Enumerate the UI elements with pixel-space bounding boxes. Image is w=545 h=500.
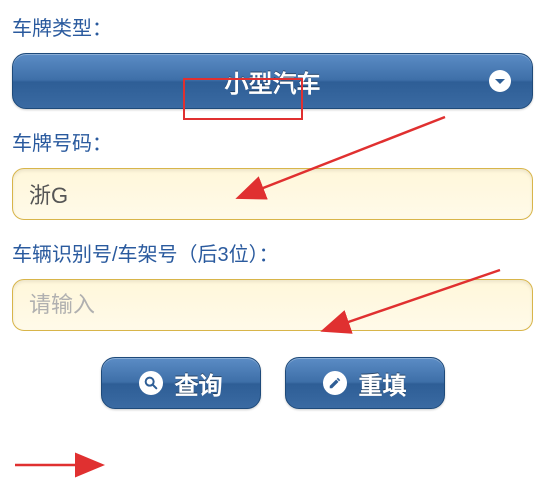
chevron-down-icon	[488, 69, 512, 93]
reset-button-label: 重填	[359, 366, 407, 401]
plate-number-input[interactable]	[12, 168, 533, 220]
arrow-annotation-3	[10, 450, 110, 480]
query-button-label: 查询	[175, 366, 223, 401]
search-icon	[139, 371, 163, 395]
plate-type-selected: 小型汽车	[225, 64, 321, 99]
button-row: 查询 重填	[12, 357, 533, 409]
vin-input[interactable]	[12, 279, 533, 331]
edit-icon	[323, 371, 347, 395]
plate-type-dropdown[interactable]: 小型汽车	[12, 53, 533, 109]
plate-type-label: 车牌类型：	[12, 12, 533, 41]
query-button[interactable]: 查询	[101, 357, 261, 409]
reset-button[interactable]: 重填	[285, 357, 445, 409]
plate-number-label: 车牌号码：	[12, 127, 533, 156]
vin-label: 车辆识别号/车架号（后3位）：	[12, 238, 533, 267]
